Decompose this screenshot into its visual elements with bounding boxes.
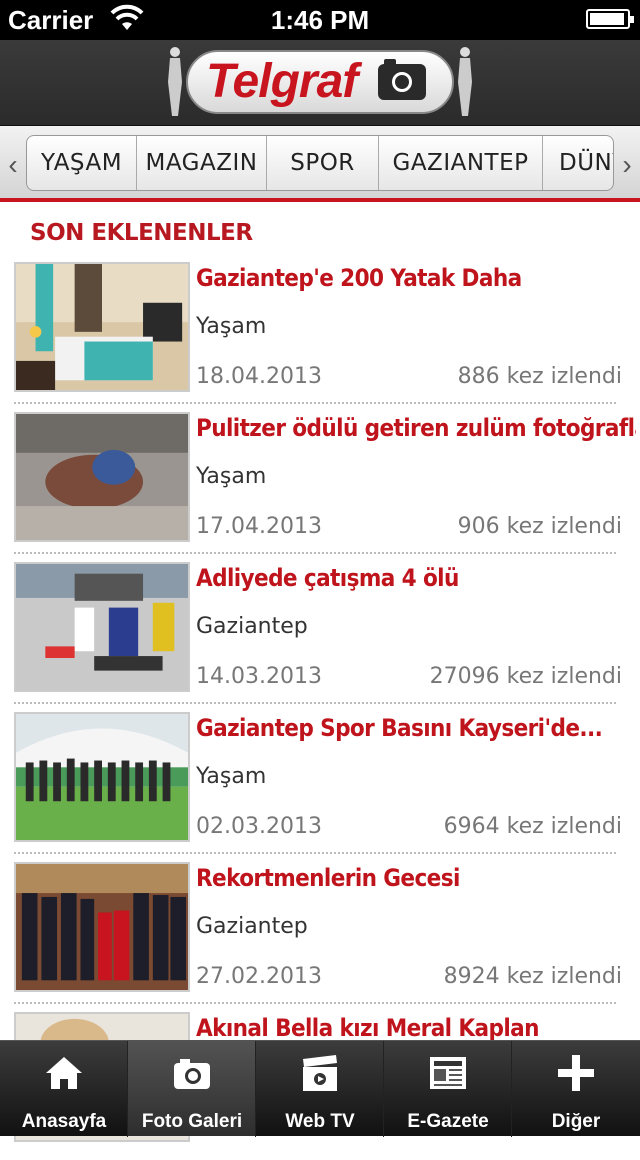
item-category: Yaşam xyxy=(196,464,267,489)
logo-text: Telgraf xyxy=(206,55,358,108)
item-title: Akınal Bella kızı Meral Kaplan xyxy=(196,1014,539,1042)
item-category: Gaziantep xyxy=(196,614,308,639)
item-views: 906 kez izlendi xyxy=(457,514,622,539)
section-title: SON EKLENENLER xyxy=(30,220,253,246)
thumbnail-image xyxy=(14,412,190,542)
list-item[interactable]: Pulitzer ödülü getiren zulüm fotoğraflar… xyxy=(0,410,640,560)
thumbnail-image xyxy=(14,562,190,692)
tab-anasayfa[interactable]: Anasayfa xyxy=(0,1041,128,1137)
list-item[interactable]: Gaziantep Spor Basını Kayseri'de... Yaşa… xyxy=(0,710,640,860)
tab-bar: Anasayfa Foto Galeri Web TV E-Gazete Diğ… xyxy=(0,1040,640,1137)
tab-foto-galeri[interactable]: Foto Galeri xyxy=(128,1041,256,1137)
list-item[interactable]: Adliyede çatışma 4 ölü Gaziantep 14.03.2… xyxy=(0,560,640,710)
item-date: 02.03.2013 xyxy=(196,814,322,839)
tab-e-gazete[interactable]: E-Gazete xyxy=(384,1041,512,1137)
item-category: Gaziantep xyxy=(196,914,308,939)
tab-label: E-Gazete xyxy=(407,1111,489,1132)
tab-diger[interactable]: Diğer xyxy=(512,1041,640,1137)
thumbnail-image xyxy=(14,712,190,842)
tab-label: Web TV xyxy=(285,1111,355,1132)
chevron-right-icon[interactable]: › xyxy=(616,148,638,182)
camera-icon xyxy=(174,1059,210,1089)
divider xyxy=(14,552,616,554)
item-category: Yaşam xyxy=(196,764,267,789)
item-date: 18.04.2013 xyxy=(196,364,322,389)
app-header: Telgraf xyxy=(0,40,640,126)
divider xyxy=(14,1002,616,1004)
tab-label: Diğer xyxy=(551,1111,601,1132)
item-views: 6964 kez izlendi xyxy=(443,814,622,839)
category-spor[interactable]: SPOR xyxy=(267,136,379,190)
category-gaziantep[interactable]: GAZIANTEP xyxy=(379,136,543,190)
plus-icon xyxy=(558,1055,594,1091)
divider xyxy=(14,852,616,854)
item-date: 27.02.2013 xyxy=(196,964,322,989)
clock: 1:46 PM xyxy=(270,5,370,35)
tab-web-tv[interactable]: Web TV xyxy=(256,1041,384,1137)
item-title: Gaziantep'e 200 Yatak Daha xyxy=(196,264,522,292)
thumbnail-image xyxy=(14,862,190,992)
item-date: 14.03.2013 xyxy=(196,664,322,689)
category-bar: ‹ YAŞAM MAGAZIN SPOR GAZIANTEP DÜNYA › xyxy=(0,126,640,202)
item-title: Rekortmenlerin Gecesi xyxy=(196,864,460,892)
statue-figure-icon xyxy=(458,47,472,116)
category-scroller[interactable]: YAŞAM MAGAZIN SPOR GAZIANTEP DÜNYA xyxy=(26,135,614,191)
status-bar: Carrier 1:46 PM xyxy=(0,0,640,40)
item-title: Gaziantep Spor Basını Kayseri'de... xyxy=(196,714,603,742)
item-views: 27096 kez izlendi xyxy=(429,664,622,689)
battery-icon xyxy=(586,9,634,29)
category-yasam[interactable]: YAŞAM xyxy=(27,136,137,190)
divider xyxy=(14,702,616,704)
item-views: 8924 kez izlendi xyxy=(443,964,622,989)
tab-label: Anasayfa xyxy=(21,1111,107,1132)
tab-label: Foto Galeri xyxy=(141,1111,243,1132)
clapperboard-icon xyxy=(303,1055,337,1091)
item-title: Pulitzer ödülü getiren zulüm fotoğraflar… xyxy=(196,414,636,442)
home-icon xyxy=(46,1057,82,1089)
category-magazin[interactable]: MAGAZIN xyxy=(137,136,267,190)
item-title: Adliyede çatışma 4 ölü xyxy=(196,564,459,592)
category-dunya[interactable]: DÜNYA xyxy=(543,136,613,190)
statue-figure-icon xyxy=(168,47,182,116)
camera-icon xyxy=(378,59,426,100)
item-category: Yaşam xyxy=(196,314,267,339)
thumbnail-image xyxy=(14,262,190,392)
newspaper-icon xyxy=(430,1057,466,1089)
chevron-left-icon[interactable]: ‹ xyxy=(2,148,24,182)
list-item[interactable]: Gaziantep'e 200 Yatak Daha Yaşam 18.04.2… xyxy=(0,260,640,410)
item-date: 17.04.2013 xyxy=(196,514,322,539)
divider xyxy=(14,402,616,404)
telgraf-logo[interactable]: Telgraf xyxy=(166,44,474,120)
list-item[interactable]: Rekortmenlerin Gecesi Gaziantep 27.02.20… xyxy=(0,860,640,1010)
item-views: 886 kez izlendi xyxy=(457,364,622,389)
